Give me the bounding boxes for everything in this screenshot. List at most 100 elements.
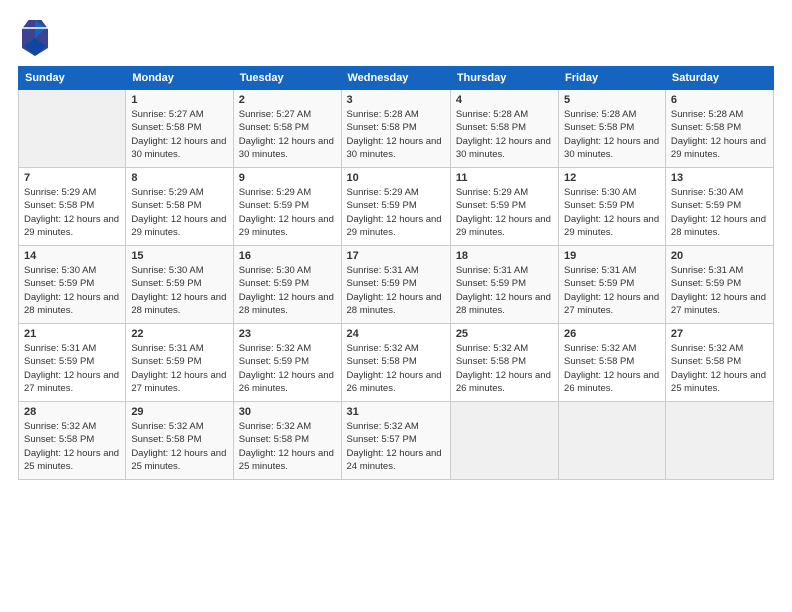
table-row: 6 Sunrise: 5:28 AM Sunset: 5:58 PM Daylig… (665, 90, 773, 168)
day-info: Sunrise: 5:31 AM Sunset: 5:59 PM Dayligh… (671, 264, 768, 317)
calendar-header-row: Sunday Monday Tuesday Wednesday Thursday… (19, 67, 774, 90)
table-row (665, 402, 773, 480)
day-number: 25 (456, 328, 553, 340)
day-info: Sunrise: 5:30 AM Sunset: 5:59 PM Dayligh… (131, 264, 227, 317)
day-number: 24 (347, 328, 445, 340)
day-info: Sunrise: 5:28 AM Sunset: 5:58 PM Dayligh… (564, 108, 660, 161)
table-row: 30Sunrise: 5:32 AM Sunset: 5:58 PM Dayli… (233, 402, 341, 480)
day-info: Sunrise: 5:32 AM Sunset: 5:58 PM Dayligh… (564, 342, 660, 395)
day-number: 21 (24, 328, 120, 340)
table-row: 26 Sunrise: 5:32 AM Sunset: 5:58 PM Dayli… (559, 324, 666, 402)
day-info: Sunrise: 5:32 AM Sunset: 5:58 PM Dayligh… (347, 342, 445, 395)
day-info: Sunrise: 5:31 AM Sunset: 5:59 PM Dayligh… (456, 264, 553, 317)
table-row: 7 Sunrise: 5:29 AM Sunset: 5:58 PM Daylig… (19, 168, 126, 246)
col-wednesday: Wednesday (341, 67, 450, 90)
table-row: 15 Sunrise: 5:30 AM Sunset: 5:59 PM Dayli… (126, 246, 233, 324)
calendar-table: Sunday Monday Tuesday Wednesday Thursday… (18, 66, 774, 480)
table-row: 5Sunrise: 5:28 AM Sunset: 5:58 PM Daylig… (559, 90, 666, 168)
day-number: 1 (131, 94, 227, 106)
day-number: 26 (564, 328, 660, 340)
day-info: Sunrise: 5:27 AM Sunset: 5:58 PM Dayligh… (239, 108, 336, 161)
logo (18, 18, 52, 56)
day-number: 3 (347, 94, 445, 106)
table-row: 22Sunrise: 5:31 AM Sunset: 5:59 PM Dayli… (126, 324, 233, 402)
day-number: 9 (239, 172, 336, 184)
day-number: 27 (671, 328, 768, 340)
day-number: 13 (671, 172, 768, 184)
day-number: 19 (564, 250, 660, 262)
table-row (19, 90, 126, 168)
col-saturday: Saturday (665, 67, 773, 90)
day-number: 11 (456, 172, 553, 184)
day-info: Sunrise: 5:30 AM Sunset: 5:59 PM Dayligh… (564, 186, 660, 239)
table-row (559, 402, 666, 480)
logo-icon (18, 18, 52, 56)
table-row: 31 Sunrise: 5:32 AM Sunset: 5:57 PM Dayli… (341, 402, 450, 480)
table-row: 2 Sunrise: 5:27 AM Sunset: 5:58 PM Daylig… (233, 90, 341, 168)
day-number: 2 (239, 94, 336, 106)
table-row: 27 Sunrise: 5:32 AM Sunset: 5:58 PM Dayli… (665, 324, 773, 402)
day-number: 22 (131, 328, 227, 340)
day-number: 18 (456, 250, 553, 262)
table-row: 10 Sunrise: 5:29 AM Sunset: 5:59 PM Dayli… (341, 168, 450, 246)
table-row: 25 Sunrise: 5:32 AM Sunset: 5:58 PM Dayli… (450, 324, 558, 402)
col-monday: Monday (126, 67, 233, 90)
day-info: Sunrise: 5:29 AM Sunset: 5:59 PM Dayligh… (347, 186, 445, 239)
table-row: 16 Sunrise: 5:30 AM Sunset: 5:59 PM Dayli… (233, 246, 341, 324)
table-row: 18 Sunrise: 5:31 AM Sunset: 5:59 PM Dayli… (450, 246, 558, 324)
day-info: Sunrise: 5:32 AM Sunset: 5:58 PM Dayligh… (456, 342, 553, 395)
day-number: 10 (347, 172, 445, 184)
col-sunday: Sunday (19, 67, 126, 90)
table-row: 1 Sunrise: 5:27 AM Sunset: 5:58 PM Daylig… (126, 90, 233, 168)
table-row: 14 Sunrise: 5:30 AM Sunset: 5:59 PM Dayli… (19, 246, 126, 324)
table-row (450, 402, 558, 480)
day-info: Sunrise: 5:30 AM Sunset: 5:59 PM Dayligh… (24, 264, 120, 317)
day-number: 7 (24, 172, 120, 184)
day-info: Sunrise: 5:30 AM Sunset: 5:59 PM Dayligh… (239, 264, 336, 317)
table-row: 24 Sunrise: 5:32 AM Sunset: 5:58 PM Dayli… (341, 324, 450, 402)
day-number: 15 (131, 250, 227, 262)
table-row: 29 Sunrise: 5:32 AM Sunset: 5:58 PM Dayli… (126, 402, 233, 480)
day-number: 17 (347, 250, 445, 262)
day-number: 29 (131, 406, 227, 418)
table-row: 21 Sunrise: 5:31 AM Sunset: 5:59 PM Dayli… (19, 324, 126, 402)
table-row: 11 Sunrise: 5:29 AM Sunset: 5:59 PM Dayli… (450, 168, 558, 246)
day-number: 8 (131, 172, 227, 184)
header (18, 18, 774, 56)
day-info: Sunrise: 5:31 AM Sunset: 5:59 PM Dayligh… (564, 264, 660, 317)
table-row: 9 Sunrise: 5:29 AM Sunset: 5:59 PM Daylig… (233, 168, 341, 246)
day-number: 28 (24, 406, 120, 418)
table-row: 4Sunrise: 5:28 AM Sunset: 5:58 PM Daylig… (450, 90, 558, 168)
page: Sunday Monday Tuesday Wednesday Thursday… (0, 0, 792, 612)
day-number: 16 (239, 250, 336, 262)
day-number: 6 (671, 94, 768, 106)
day-info: Sunrise: 5:31 AM Sunset: 5:59 PM Dayligh… (24, 342, 120, 395)
col-tuesday: Tuesday (233, 67, 341, 90)
table-row: 17Sunrise: 5:31 AM Sunset: 5:59 PM Dayli… (341, 246, 450, 324)
col-thursday: Thursday (450, 67, 558, 90)
table-row: 12 Sunrise: 5:30 AM Sunset: 5:59 PM Dayli… (559, 168, 666, 246)
table-row: 3 Sunrise: 5:28 AM Sunset: 5:58 PM Daylig… (341, 90, 450, 168)
day-info: Sunrise: 5:29 AM Sunset: 5:58 PM Dayligh… (24, 186, 120, 239)
day-info: Sunrise: 5:28 AM Sunset: 5:58 PM Dayligh… (347, 108, 445, 161)
table-row: 19 Sunrise: 5:31 AM Sunset: 5:59 PM Dayli… (559, 246, 666, 324)
day-number: 30 (239, 406, 336, 418)
day-info: Sunrise: 5:27 AM Sunset: 5:58 PM Dayligh… (131, 108, 227, 161)
day-info: Sunrise: 5:32 AM Sunset: 5:57 PM Dayligh… (347, 420, 445, 473)
day-info: Sunrise: 5:28 AM Sunset: 5:58 PM Dayligh… (456, 108, 553, 161)
table-row: 28 Sunrise: 5:32 AM Sunset: 5:58 PM Dayli… (19, 402, 126, 480)
day-info: Sunrise: 5:29 AM Sunset: 5:58 PM Dayligh… (131, 186, 227, 239)
day-info: Sunrise: 5:28 AM Sunset: 5:58 PM Dayligh… (671, 108, 768, 161)
day-info: Sunrise: 5:32 AM Sunset: 5:58 PM Dayligh… (671, 342, 768, 395)
col-friday: Friday (559, 67, 666, 90)
day-info: Sunrise: 5:32 AM Sunset: 5:58 PM Dayligh… (24, 420, 120, 473)
day-number: 14 (24, 250, 120, 262)
day-number: 20 (671, 250, 768, 262)
day-info: Sunrise: 5:29 AM Sunset: 5:59 PM Dayligh… (239, 186, 336, 239)
table-row: 23Sunrise: 5:32 AM Sunset: 5:59 PM Dayli… (233, 324, 341, 402)
day-info: Sunrise: 5:29 AM Sunset: 5:59 PM Dayligh… (456, 186, 553, 239)
day-number: 12 (564, 172, 660, 184)
day-number: 31 (347, 406, 445, 418)
day-info: Sunrise: 5:32 AM Sunset: 5:58 PM Dayligh… (131, 420, 227, 473)
day-info: Sunrise: 5:32 AM Sunset: 5:59 PM Dayligh… (239, 342, 336, 395)
